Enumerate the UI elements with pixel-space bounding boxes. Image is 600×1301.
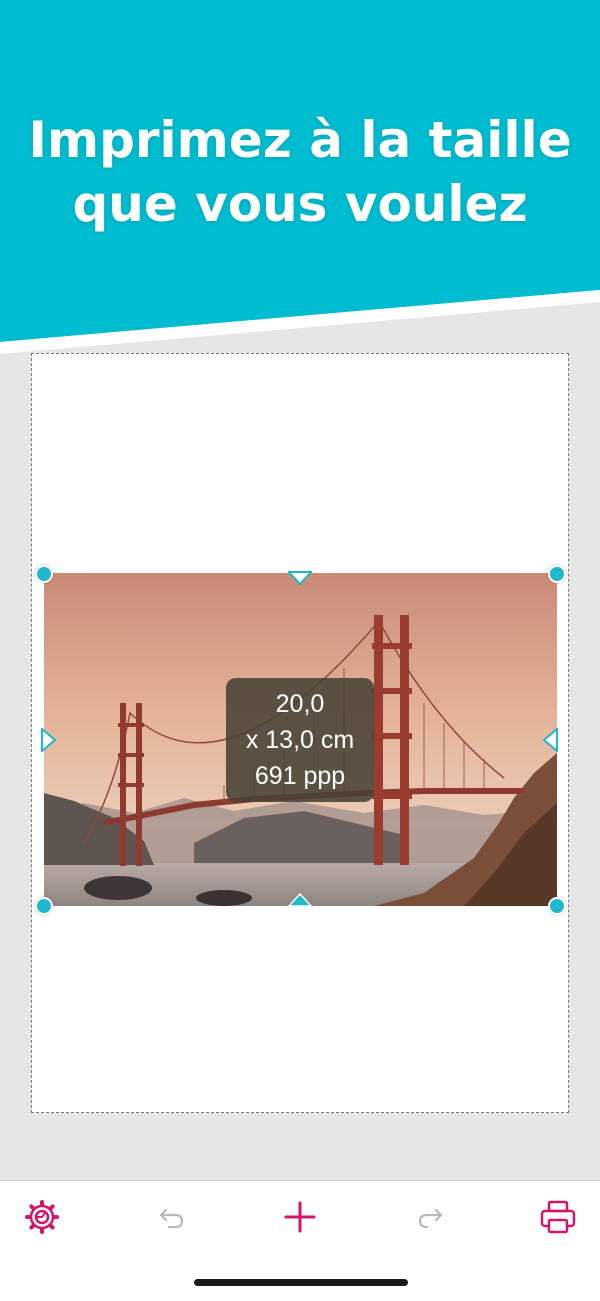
printer-icon (540, 1200, 576, 1234)
plus-icon (284, 1201, 316, 1233)
resize-handle-left[interactable] (40, 728, 56, 752)
print-resolution-label: 691 ppp (254, 762, 346, 790)
add-button[interactable] (278, 1195, 322, 1239)
undo-button[interactable] (150, 1195, 194, 1239)
resize-handle-right[interactable] (543, 728, 559, 752)
resize-handle-top-right[interactable] (548, 565, 566, 583)
home-indicator[interactable] (194, 1279, 408, 1286)
header-banner: Imprimez à la taille que vous voulez (0, 0, 600, 360)
headline: Imprimez à la taille que vous voulez (0, 108, 600, 236)
resize-handle-bottom-left[interactable] (35, 897, 53, 915)
headline-line-2: que vous voulez (72, 175, 528, 233)
redo-button[interactable] (408, 1195, 452, 1239)
undo-icon (159, 1208, 184, 1229)
print-size-badge: 20,0 x 13,0 cm 691 ppp (226, 678, 374, 802)
resize-handle-bottom[interactable] (288, 893, 312, 907)
headline-line-1: Imprimez à la taille (28, 111, 572, 169)
print-width-label: 20,0 (275, 690, 325, 718)
gear-icon (25, 1200, 59, 1234)
print-height-label: x 13,0 cm (245, 726, 355, 754)
resize-handle-top-left[interactable] (35, 565, 53, 583)
settings-button[interactable] (20, 1195, 64, 1239)
resize-handle-top[interactable] (288, 571, 312, 585)
print-button[interactable] (536, 1195, 580, 1239)
redo-icon (418, 1208, 443, 1229)
resize-handle-bottom-right[interactable] (548, 897, 566, 915)
